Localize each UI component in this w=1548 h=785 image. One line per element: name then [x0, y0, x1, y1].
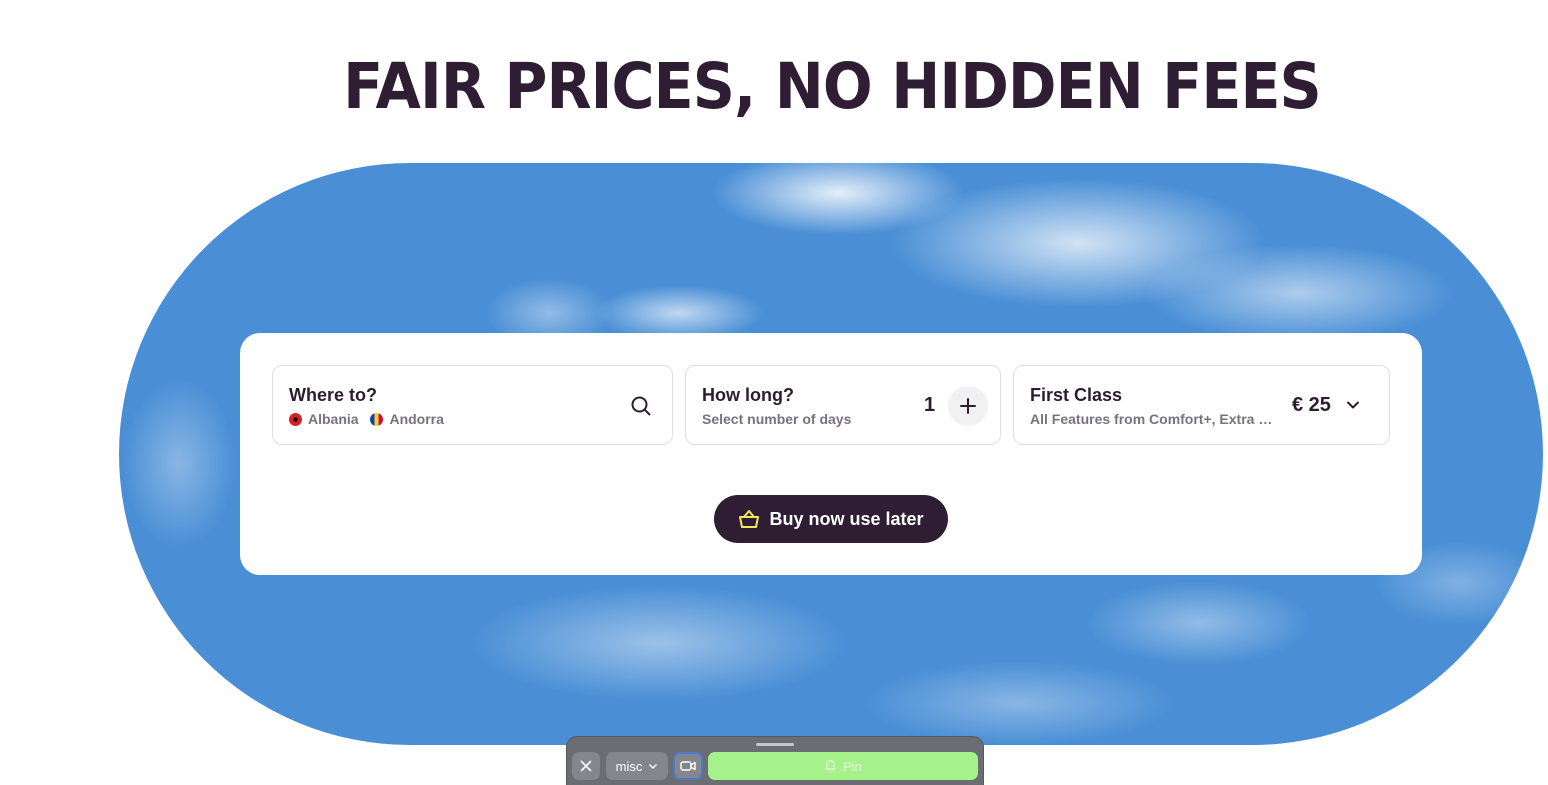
buy-now-label: Buy now use later — [769, 508, 924, 529]
toolbar-drag-handle[interactable] — [756, 743, 794, 746]
toolbar-category-label: misc — [615, 758, 643, 774]
toolbar-category-select[interactable]: misc — [606, 752, 668, 780]
plus-icon — [960, 398, 976, 414]
destination-field[interactable]: Where to? Albania Andorra — [272, 365, 673, 445]
duration-field: How long? Select number of days 1 — [685, 365, 1001, 445]
toolbar-pin-label: Pin — [843, 758, 862, 774]
search-icon[interactable] — [630, 395, 652, 417]
toolbar-video-button[interactable] — [673, 752, 703, 780]
booking-card: Where to? Albania Andorra How long? Sele… — [240, 333, 1422, 575]
plan-title: First Class — [1030, 385, 1123, 405]
duration-title: How long? — [702, 385, 794, 405]
destination-countries: Albania Andorra — [289, 411, 444, 427]
video-icon — [680, 761, 696, 771]
plan-price: € 25 — [1292, 394, 1331, 416]
country-andorra: Andorra — [389, 411, 444, 427]
buy-now-button[interactable]: Buy now use later — [714, 495, 948, 543]
close-icon — [580, 760, 592, 772]
albania-flag-icon — [289, 413, 302, 426]
basket-icon — [739, 510, 760, 528]
bell-icon — [825, 759, 836, 773]
days-count: 1 — [924, 394, 936, 416]
page-headline: FAIR PRICES, NO HIDDEN FEES — [343, 50, 1322, 123]
duration-subtitle: Select number of days — [702, 411, 852, 427]
andorra-flag-icon — [370, 413, 384, 426]
chevron-down-icon — [1347, 401, 1359, 409]
plan-subtitle: All Features from Comfort+, Extra High-S… — [1030, 411, 1282, 427]
destination-title: Where to? — [289, 385, 377, 405]
toolbar-close-button[interactable] — [572, 752, 600, 780]
chevron-down-icon — [649, 764, 658, 769]
toolbar-pin-button[interactable]: Pin — [708, 752, 978, 780]
plan-select[interactable]: First Class All Features from Comfort+, … — [1013, 365, 1390, 445]
country-albania: Albania — [308, 411, 359, 427]
increase-days-button[interactable] — [948, 386, 988, 426]
